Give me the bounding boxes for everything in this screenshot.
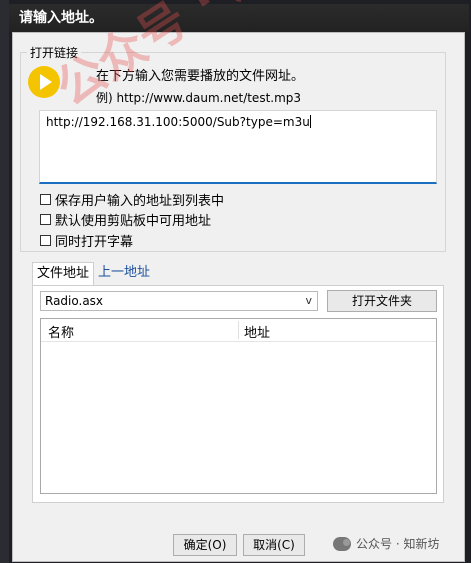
instruction-text: 在下方输入您需要播放的文件网址。	[96, 69, 305, 84]
chevron-down-icon[interactable]: v	[305, 292, 312, 310]
option-label: 保存用户输入的地址到列表中	[55, 194, 225, 209]
tab-previous-address[interactable]: 上一地址	[94, 262, 154, 286]
column-divider[interactable]	[238, 321, 239, 339]
address-list[interactable]: 名称 地址	[40, 318, 437, 494]
file-combo-value: Radio.asx	[45, 294, 104, 308]
checkbox-icon[interactable]	[40, 235, 51, 246]
url-input-value: http://192.168.31.100:5000/Sub?type=m3u	[46, 115, 310, 129]
option-save-to-list[interactable]: 保存用户输入的地址到列表中	[40, 190, 224, 209]
tab-bar: 文件地址 上一地址	[32, 262, 154, 286]
list-header: 名称 地址	[41, 319, 436, 342]
column-header-name[interactable]: 名称	[48, 322, 74, 341]
tab-file-address[interactable]: 文件地址	[32, 262, 95, 286]
open-link-legend: 打开链接	[30, 46, 79, 60]
background-strip	[0, 0, 9, 563]
checkbox-icon[interactable]	[40, 214, 51, 225]
file-combo[interactable]: Radio.asx v	[40, 291, 318, 311]
checkbox-icon[interactable]	[40, 194, 51, 205]
cancel-button[interactable]: 取消(C)	[243, 534, 305, 556]
text-caret	[309, 115, 311, 128]
play-icon	[28, 66, 60, 98]
brand-text: 公众号 · 知新坊	[356, 537, 440, 551]
window-title: 请输入地址。	[9, 4, 469, 32]
option-open-subtitles[interactable]: 同时打开字幕	[40, 231, 133, 250]
open-folder-button[interactable]: 打开文件夹	[327, 290, 437, 312]
column-header-address[interactable]: 地址	[244, 322, 270, 341]
option-use-clipboard[interactable]: 默认使用剪贴板中可用地址	[40, 210, 211, 229]
brand-watermark: 公众号 · 知新坊	[333, 535, 439, 552]
ok-button[interactable]: 确定(O)	[173, 534, 237, 556]
wechat-icon	[333, 536, 351, 551]
example-text: 例) http://www.daum.net/test.mp3	[96, 91, 302, 105]
url-input[interactable]: http://192.168.31.100:5000/Sub?type=m3u	[39, 110, 437, 184]
option-label: 同时打开字幕	[55, 235, 134, 250]
option-label: 默认使用剪贴板中可用地址	[55, 214, 212, 229]
